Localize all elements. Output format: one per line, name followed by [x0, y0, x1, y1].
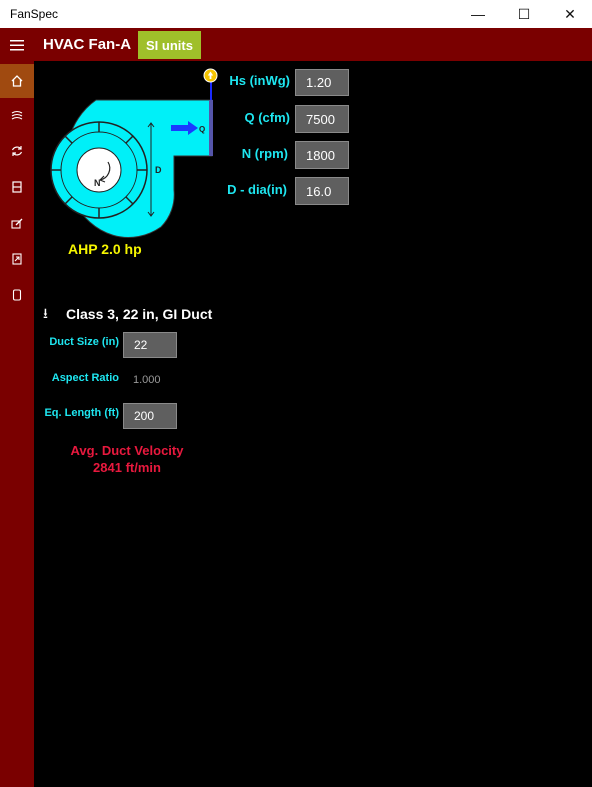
refresh-icon: [11, 146, 23, 156]
window-title: FanSpec: [10, 7, 59, 21]
velocity-value: 2841 ft/min: [93, 460, 161, 475]
eq-length-label: Eq. Length (ft): [44, 407, 119, 419]
eq-length-input[interactable]: 200: [123, 403, 177, 429]
nav-edit[interactable]: [0, 206, 34, 240]
aspect-ratio-value: 1.000: [133, 374, 161, 386]
download-icon[interactable]: ⭳: [43, 303, 48, 327]
velocity-label: Avg. Duct Velocity: [70, 443, 184, 458]
nav-home[interactable]: [0, 64, 34, 98]
q-input[interactable]: 7500: [295, 105, 349, 133]
hamburger-icon: [10, 40, 24, 51]
app-header: HVAC Fan-A SI units: [34, 28, 592, 61]
diameter-label: D: [155, 165, 162, 175]
duct-size-label: Duct Size (in): [49, 336, 119, 348]
n-label: N (rpm): [241, 146, 288, 161]
nav-fan-curve[interactable]: [0, 98, 34, 132]
ahp-value: AHP 2.0 hp: [68, 241, 142, 257]
impeller-speed-label: N: [94, 178, 101, 188]
n-input[interactable]: 1800: [295, 141, 349, 169]
minimize-button[interactable]: —: [455, 0, 501, 28]
home-icon: [11, 75, 23, 87]
si-units-button[interactable]: SI units: [138, 31, 201, 59]
fan-curve-icon: [11, 110, 23, 120]
page-title: HVAC Fan-A: [43, 36, 132, 53]
export-icon: [12, 253, 22, 265]
nav-page[interactable]: [0, 278, 34, 312]
flow-label: Q: [199, 125, 205, 134]
title-bar: FanSpec — ☐ ✕: [0, 0, 592, 28]
edit-icon: [11, 218, 23, 229]
nav-refresh[interactable]: [0, 134, 34, 168]
d-input[interactable]: 16.0: [295, 177, 349, 205]
nav-layout[interactable]: [0, 170, 34, 204]
hs-label: Hs (inWg): [229, 73, 290, 88]
layout-icon: [12, 181, 22, 193]
close-button[interactable]: ✕: [547, 0, 592, 28]
sidebar: [0, 28, 34, 787]
d-label: D - dia(in): [227, 182, 287, 197]
duct-title: Class 3, 22 in, GI Duct: [66, 306, 213, 322]
duct-size-input[interactable]: 22: [123, 332, 177, 358]
nav-export[interactable]: [0, 242, 34, 276]
hamburger-menu-button[interactable]: [0, 28, 34, 62]
page-icon: [12, 289, 22, 301]
aspect-ratio-label: Aspect Ratio: [51, 372, 119, 384]
duct-velocity: Avg. Duct Velocity 2841 ft/min: [60, 442, 194, 476]
q-label: Q (cfm): [244, 110, 291, 125]
maximize-button[interactable]: ☐: [501, 0, 547, 28]
hs-input[interactable]: 1.20: [295, 69, 349, 96]
